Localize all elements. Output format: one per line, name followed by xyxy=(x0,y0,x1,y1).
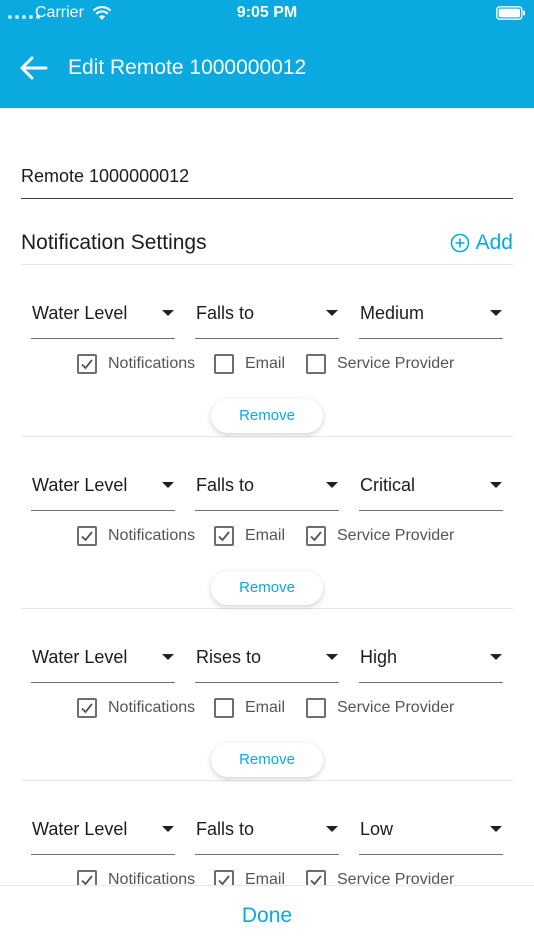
checkbox-icon xyxy=(77,698,97,718)
parameter-value: Water Level xyxy=(32,819,128,839)
checkbox-icon xyxy=(77,526,97,546)
parameter-value: Water Level xyxy=(32,303,128,323)
dropdown-caret-icon xyxy=(490,826,502,832)
condition-dropdown[interactable]: Rises to xyxy=(195,645,339,683)
email-checkbox[interactable]: Email xyxy=(214,870,285,886)
condition-value: Falls to xyxy=(196,475,255,495)
back-arrow-icon xyxy=(20,56,48,80)
dropdown-caret-icon xyxy=(326,482,338,488)
checkbox-icon xyxy=(214,526,234,546)
page-title: Edit Remote 1000000012 xyxy=(68,56,307,79)
dropdown-caret-icon xyxy=(162,826,174,832)
delivery-options: Notifications Email Service Provider xyxy=(21,698,513,722)
checkbox-icon xyxy=(77,354,97,374)
parameter-dropdown[interactable]: Water Level xyxy=(31,301,175,339)
remote-name-input[interactable] xyxy=(21,158,513,194)
checkbox-label: Service Provider xyxy=(337,355,455,372)
level-dropdown[interactable]: High xyxy=(359,645,503,683)
delivery-options: Notifications Email Service Provider xyxy=(21,526,513,550)
level-dropdown[interactable]: Critical xyxy=(359,473,503,511)
condition-dropdown[interactable]: Falls to xyxy=(195,301,339,339)
dropdown-caret-icon xyxy=(162,654,174,660)
checkbox-label: Email xyxy=(245,355,286,372)
level-value: Medium xyxy=(360,303,425,323)
dropdown-caret-icon xyxy=(490,654,502,660)
parameter-dropdown[interactable]: Water Level xyxy=(31,645,175,683)
battery-icon xyxy=(496,6,525,20)
parameter-dropdown[interactable]: Water Level xyxy=(31,817,175,855)
delivery-options: Notifications Email Service Provider xyxy=(21,870,513,886)
checkbox-icon xyxy=(214,698,234,718)
email-checkbox[interactable]: Email xyxy=(214,526,285,546)
notifications-checkbox[interactable]: Notifications xyxy=(77,870,195,886)
dropdown-caret-icon xyxy=(326,826,338,832)
dropdown-caret-icon xyxy=(162,482,174,488)
add-label: Add xyxy=(475,231,513,254)
notifications-checkbox[interactable]: Notifications xyxy=(77,526,195,546)
checkbox-label: Notifications xyxy=(108,699,196,716)
checkbox-label: Email xyxy=(245,871,286,886)
parameter-dropdown[interactable]: Water Level xyxy=(31,473,175,511)
notification-rule: Water Level Falls to Critical Notificati… xyxy=(21,437,513,609)
done-button[interactable]: Done xyxy=(0,904,534,928)
remove-button[interactable]: Remove xyxy=(211,399,323,433)
condition-value: Falls to xyxy=(196,303,255,323)
checkbox-label: Notifications xyxy=(108,527,196,544)
dropdown-caret-icon xyxy=(326,310,338,316)
remote-name-field[interactable] xyxy=(21,158,513,199)
remove-button[interactable]: Remove xyxy=(211,743,323,777)
status-time: 9:05 PM xyxy=(236,4,298,21)
footer-bar: Done xyxy=(0,885,534,950)
level-value: High xyxy=(360,647,398,667)
checkbox-icon xyxy=(306,698,326,718)
plus-circle-icon xyxy=(450,233,469,253)
dropdown-caret-icon xyxy=(162,310,174,316)
service-provider-checkbox[interactable]: Service Provider xyxy=(306,698,454,718)
add-notification-button[interactable]: Add xyxy=(450,231,513,255)
service-provider-checkbox[interactable]: Service Provider xyxy=(306,870,454,886)
checkbox-label: Email xyxy=(245,699,286,716)
notifications-checkbox[interactable]: Notifications xyxy=(77,698,195,718)
checkbox-icon xyxy=(214,870,234,886)
email-checkbox[interactable]: Email xyxy=(214,354,285,374)
checkbox-icon xyxy=(306,354,326,374)
checkbox-label: Service Provider xyxy=(337,699,455,716)
delivery-options: Notifications Email Service Provider xyxy=(21,354,513,378)
service-provider-checkbox[interactable]: Service Provider xyxy=(306,526,454,546)
dropdown-caret-icon xyxy=(490,310,502,316)
level-value: Critical xyxy=(360,475,416,495)
condition-value: Rises to xyxy=(196,647,262,667)
service-provider-checkbox[interactable]: Service Provider xyxy=(306,354,454,374)
app-header: Carrier 9:05 PM Edit Remote 1000000012 xyxy=(0,0,534,108)
level-dropdown[interactable]: Low xyxy=(359,817,503,855)
notification-settings-heading: Notification Settings xyxy=(21,231,207,254)
notification-rules-list: Water Level Falls to Medium Notification… xyxy=(21,265,513,886)
level-dropdown[interactable]: Medium xyxy=(359,301,503,339)
checkbox-label: Email xyxy=(245,527,286,544)
dropdown-caret-icon xyxy=(490,482,502,488)
status-bar: Carrier 9:05 PM xyxy=(0,0,534,26)
email-checkbox[interactable]: Email xyxy=(214,698,285,718)
condition-dropdown[interactable]: Falls to xyxy=(195,473,339,511)
checkbox-icon xyxy=(306,870,326,886)
notifications-checkbox[interactable]: Notifications xyxy=(77,354,195,374)
checkbox-icon xyxy=(306,526,326,546)
back-button[interactable] xyxy=(18,52,50,84)
notification-rule: Water Level Rises to High Notifications … xyxy=(21,609,513,781)
notification-rule: Water Level Falls to Medium Notification… xyxy=(21,265,513,437)
condition-value: Falls to xyxy=(196,819,255,839)
dropdown-caret-icon xyxy=(326,654,338,660)
parameter-value: Water Level xyxy=(32,647,128,667)
checkbox-label: Notifications xyxy=(108,355,196,372)
checkbox-icon xyxy=(214,354,234,374)
condition-dropdown[interactable]: Falls to xyxy=(195,817,339,855)
checkbox-icon xyxy=(77,870,97,886)
checkbox-label: Notifications xyxy=(108,871,196,886)
checkbox-label: Service Provider xyxy=(337,527,455,544)
level-value: Low xyxy=(360,819,394,839)
notification-rule: Water Level Falls to Low Notifications E… xyxy=(21,781,513,886)
remove-button[interactable]: Remove xyxy=(211,571,323,605)
parameter-value: Water Level xyxy=(32,475,128,495)
checkbox-label: Service Provider xyxy=(337,871,455,886)
